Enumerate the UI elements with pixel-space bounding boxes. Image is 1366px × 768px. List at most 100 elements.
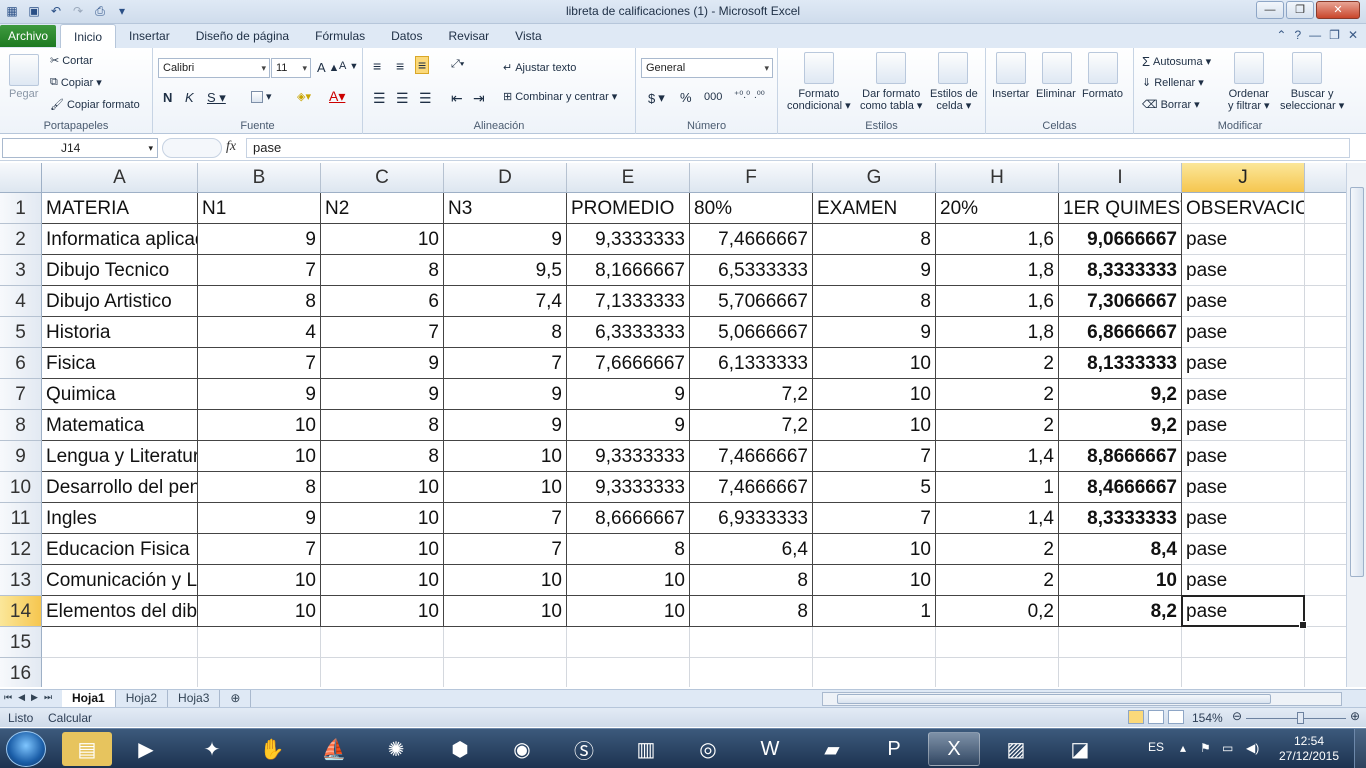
word-icon[interactable]: W [744,732,796,766]
cell-j13[interactable]: pase [1182,565,1305,596]
cell-g2[interactable]: 8 [813,224,936,255]
cell-f11[interactable]: 6,9333333 [690,503,813,534]
cell-a5[interactable]: Historia [42,317,198,348]
cell-f4[interactable]: 5,7066667 [690,286,813,317]
cell-c6[interactable]: 9 [321,348,444,379]
cell-k14[interactable] [1305,596,1346,627]
cell-d6[interactable]: 7 [444,348,567,379]
row-header-15[interactable]: 15 [0,627,42,658]
autosum-button[interactable]: Autosuma [1153,56,1203,68]
cell-e6[interactable]: 7,6666667 [567,348,690,379]
row-header-4[interactable]: 4 [0,286,42,317]
cell-i6[interactable]: 8,1333333 [1059,348,1182,379]
cell-f15[interactable] [690,627,813,658]
cell-g1[interactable]: EXAMEN [813,193,936,224]
format-cells-button[interactable]: Formato [1082,88,1123,100]
row-header-3[interactable]: 3 [0,255,42,286]
cell-e5[interactable]: 6,3333333 [567,317,690,348]
cell-k7[interactable] [1305,379,1346,410]
cell-a10[interactable]: Desarrollo del pensamiento [42,472,198,503]
increase-decimal-icon[interactable]: ⁺⁰.⁰ [734,90,750,101]
paste-icon[interactable] [9,54,39,86]
cell-i14[interactable]: 8,2 [1059,596,1182,627]
shrink-font-icon[interactable]: A ▼ [339,60,358,72]
cell-g14[interactable]: 1 [813,596,936,627]
borders-icon[interactable]: ▾ [251,90,272,103]
cell-k6[interactable] [1305,348,1346,379]
help-icon[interactable]: ? [1294,28,1301,42]
cell-c16[interactable] [321,658,444,687]
picture-viewer-icon[interactable]: ▨ [990,732,1042,766]
cell-c2[interactable]: 10 [321,224,444,255]
font-name-select[interactable]: Calibri [158,58,270,78]
formula-controls[interactable] [162,138,222,158]
cell-e2[interactable]: 9,3333333 [567,224,690,255]
column-header-j[interactable]: J [1182,163,1305,193]
cell-b4[interactable]: 8 [198,286,321,317]
network-app-icon[interactable]: ⬢ [434,732,486,766]
tab-archivo[interactable]: Archivo [0,25,56,47]
cell-k5[interactable] [1305,317,1346,348]
name-box[interactable]: J14 [2,138,158,158]
cell-i12[interactable]: 8,4 [1059,534,1182,565]
cell-e15[interactable] [567,627,690,658]
cell-e3[interactable]: 8,1666667 [567,255,690,286]
cell-k4[interactable] [1305,286,1346,317]
powerpoint-icon[interactable]: P [868,732,920,766]
insert-cells-icon[interactable] [996,52,1026,84]
row-header-10[interactable]: 10 [0,472,42,503]
insert-function-icon[interactable]: fx [226,139,236,155]
cell-g16[interactable] [813,658,936,687]
cell-f10[interactable]: 7,4666667 [690,472,813,503]
cell-a2[interactable]: Informatica aplicada [42,224,198,255]
app-icon-1[interactable]: ✦ [186,732,238,766]
cell-j9[interactable]: pase [1182,441,1305,472]
cell-b16[interactable] [198,658,321,687]
cell-a14[interactable]: Elementos del dibujo [42,596,198,627]
cell-styles-button[interactable]: Estilos de celda ▾ [930,88,978,112]
cell-b7[interactable]: 9 [198,379,321,410]
cell-i9[interactable]: 8,8666667 [1059,441,1182,472]
tab-insertar[interactable]: Insertar [116,24,183,48]
cell-d9[interactable]: 10 [444,441,567,472]
vertical-scrollbar[interactable] [1346,163,1366,687]
column-header-c[interactable]: C [321,163,444,193]
column-header-e[interactable]: E [567,163,690,193]
cell-d1[interactable]: N3 [444,193,567,224]
chevron-down-icon[interactable]: ▾ [612,90,618,103]
column-header-i[interactable]: I [1059,163,1182,193]
cell-b9[interactable]: 10 [198,441,321,472]
horizontal-scroll-thumb[interactable] [837,694,1271,704]
conditional-format-icon[interactable] [804,52,834,84]
cell-j16[interactable] [1182,658,1305,687]
app-icon-4[interactable]: ◉ [496,732,548,766]
cell-d12[interactable]: 7 [444,534,567,565]
paste-button[interactable]: Pegar [9,88,38,100]
cell-h5[interactable]: 1,8 [936,317,1059,348]
cell-h1[interactable]: 20% [936,193,1059,224]
cell-i8[interactable]: 9,2 [1059,410,1182,441]
cell-d3[interactable]: 9,5 [444,255,567,286]
cell-i3[interactable]: 8,3333333 [1059,255,1182,286]
cell-b3[interactable]: 7 [198,255,321,286]
cell-d8[interactable]: 9 [444,410,567,441]
cell-e8[interactable]: 9 [567,410,690,441]
cell-k10[interactable] [1305,472,1346,503]
copy-button[interactable]: Copiar [61,77,93,89]
cell-h8[interactable]: 2 [936,410,1059,441]
cell-i1[interactable]: 1ER QUIMESTRE [1059,193,1182,224]
cell-styles-icon[interactable] [938,52,968,84]
tab-revisar[interactable]: Revisar [435,24,502,48]
sort-filter-icon[interactable] [1234,52,1264,84]
doc-minimize-icon[interactable]: — [1309,28,1321,42]
wrap-text-button[interactable]: Ajustar texto [515,62,576,74]
format-cells-icon[interactable] [1088,52,1118,84]
chevron-down-icon[interactable]: ▾ [96,76,102,89]
sort-filter-button[interactable]: Ordenar y filtrar ▾ [1228,88,1270,112]
merge-center-button[interactable]: Combinar y centrar [515,91,609,103]
conditional-format-button[interactable]: Formato condicional ▾ [787,88,851,112]
number-format-select[interactable]: General [641,58,773,78]
cell-c1[interactable]: N2 [321,193,444,224]
decrease-decimal-icon[interactable]: .⁰⁰ [754,90,765,101]
cell-c4[interactable]: 6 [321,286,444,317]
